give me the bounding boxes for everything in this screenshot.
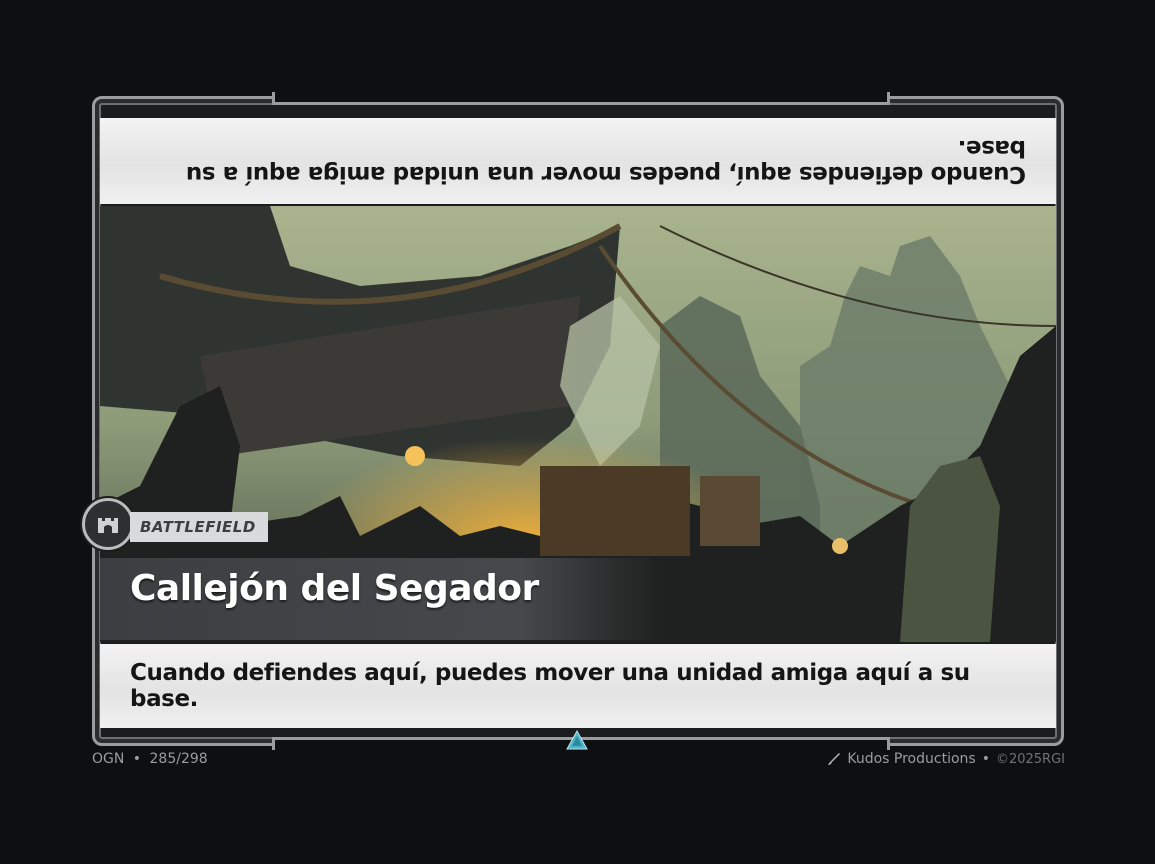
footer-credits: Kudos Productions • ©2025RGI	[827, 751, 1065, 767]
artist-separator: •	[981, 751, 990, 767]
artist-name: Kudos Productions	[847, 751, 976, 767]
card-type-badge: BATTLEFIELD	[130, 512, 268, 542]
paintbrush-icon	[828, 753, 841, 765]
card[interactable]: Cuando defiendes aquí, puedes mover una …	[82, 92, 1064, 750]
rules-text-inverted-box: Cuando defiendes aquí, puedes mover una …	[100, 118, 1056, 204]
triangle-rarity-icon	[566, 730, 588, 750]
rules-text-inverted: Cuando defiendes aquí, puedes mover una …	[186, 135, 1026, 187]
collector-number: 285/298	[149, 751, 208, 767]
battlefield-tower-icon	[82, 498, 134, 550]
rules-text: Cuando defiendes aquí, puedes mover una …	[130, 660, 970, 712]
set-separator: •	[132, 751, 142, 767]
card-name: Callejón del Segador	[130, 568, 539, 609]
copyright: ©2025RGI	[995, 751, 1065, 767]
footer-set-info: OGN • 285/298	[92, 751, 208, 767]
frame-notch-top	[272, 92, 890, 105]
rules-text-box: Cuando defiendes aquí, puedes mover una …	[100, 644, 1056, 728]
set-code: OGN	[92, 751, 125, 767]
